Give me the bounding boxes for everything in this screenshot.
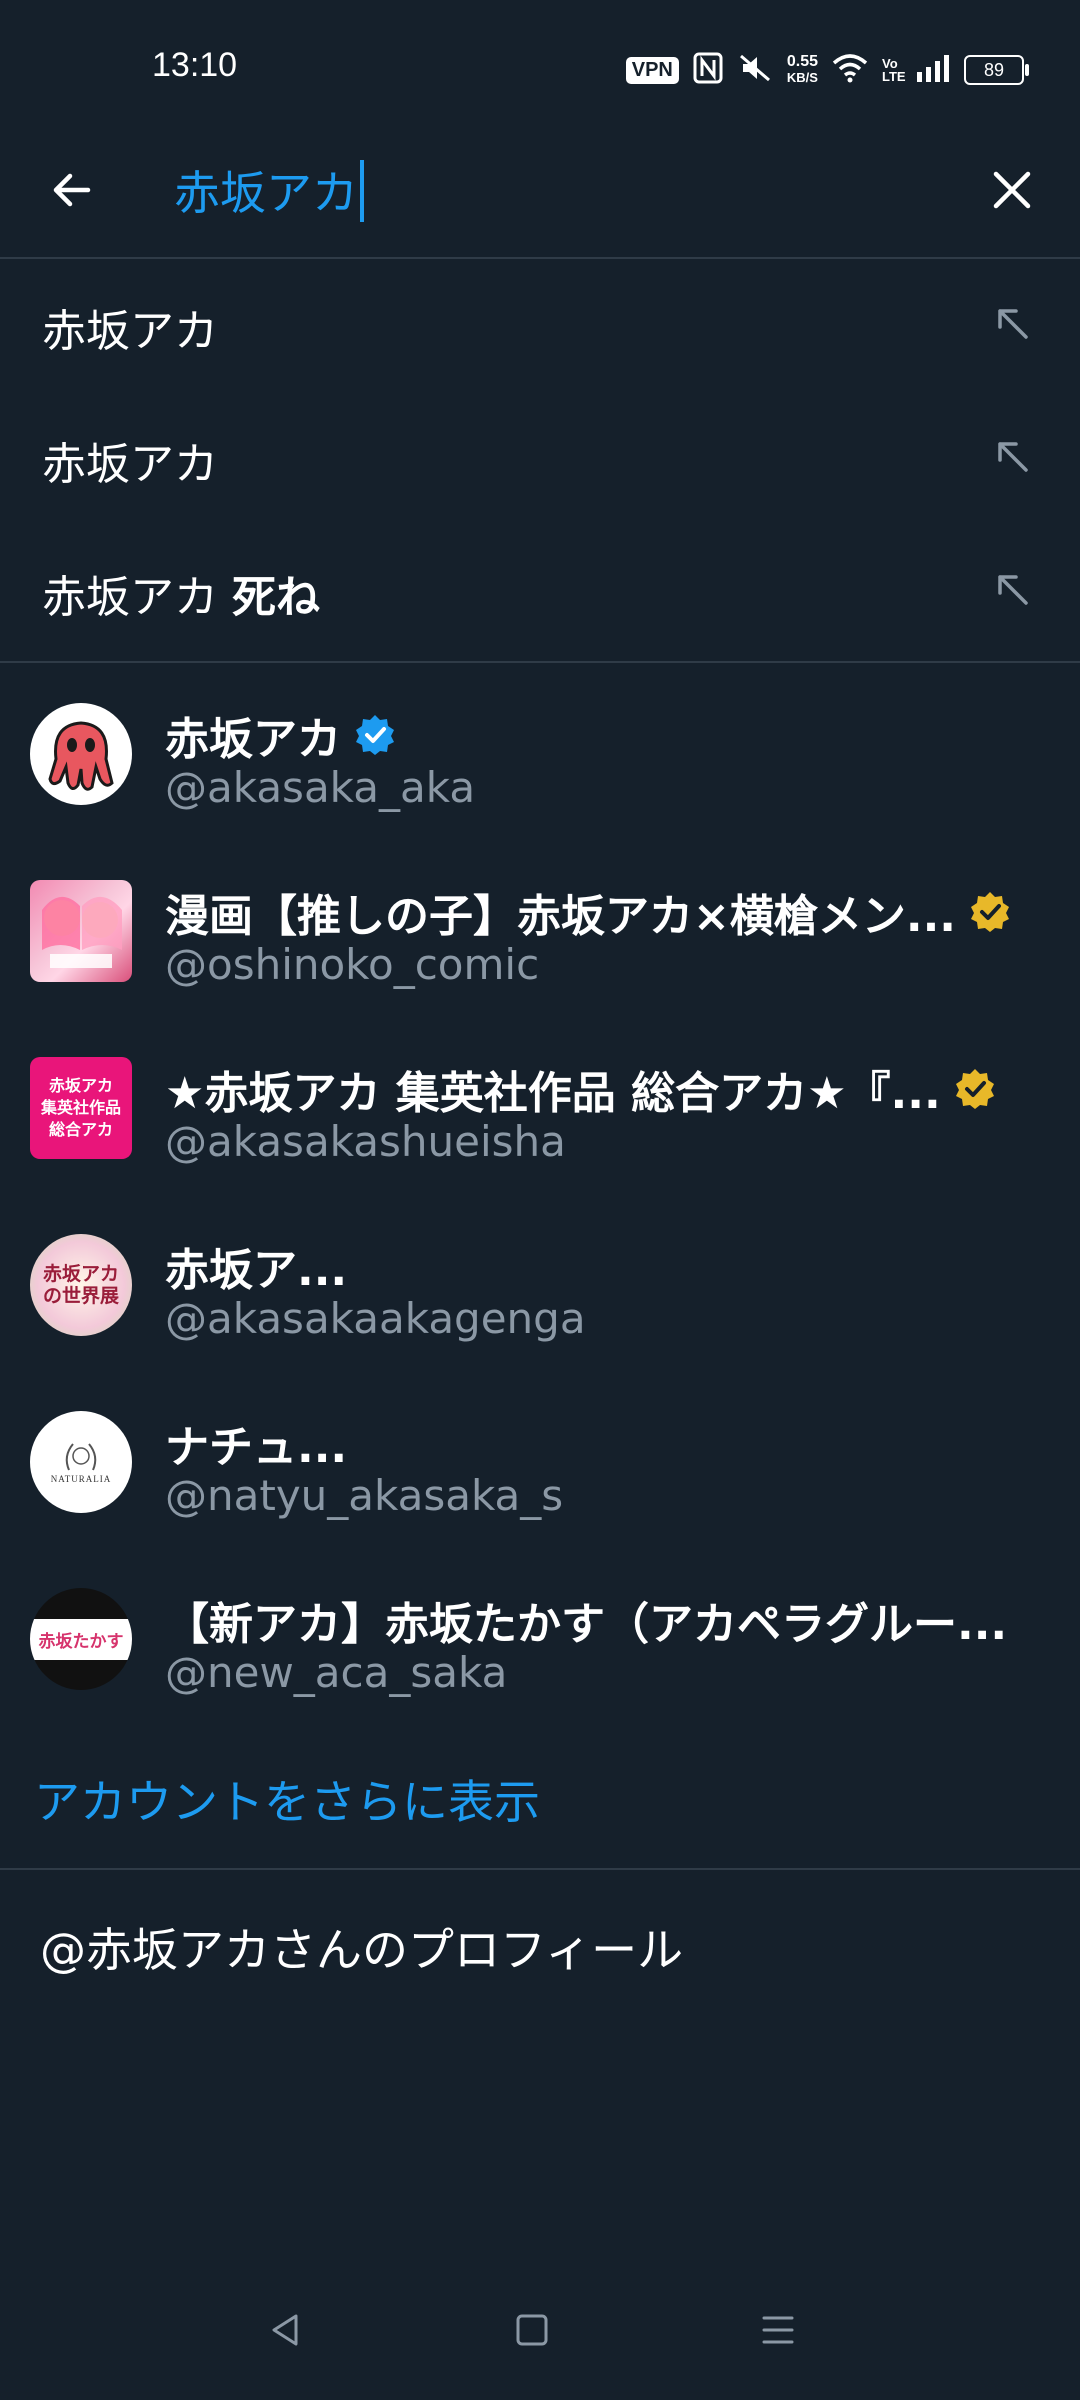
avatar-text: 集英社作品 — [40, 1098, 121, 1117]
divider — [0, 1868, 1080, 1870]
search-header — [0, 130, 1080, 259]
avatar-text: 赤坂アカ — [48, 1076, 113, 1095]
octopus-icon — [48, 721, 114, 791]
volte-icon: Vo LTE — [882, 56, 906, 84]
account-result[interactable]: NATURALIA ナチュ... @natyu_akasaka_s — [0, 1371, 1080, 1548]
avatar — [30, 880, 132, 982]
suggestion-item[interactable]: 赤坂アカ — [0, 259, 1080, 392]
signal-icon — [916, 54, 950, 86]
avatar: 赤坂アカ の世界展 — [30, 1234, 132, 1336]
status-bar: 13:10 VPN 0.55 KB/S Vo LTE 89 — [0, 0, 1080, 130]
verified-gold-badge-icon — [971, 892, 1010, 932]
square-home-icon — [516, 2314, 548, 2346]
back-arrow-icon — [53, 173, 91, 207]
account-handle: @new_aca_saka — [165, 1648, 508, 1697]
account-result[interactable]: 赤坂アカ の世界展 赤坂ア... @akasakaakagenga — [0, 1194, 1080, 1371]
account-result[interactable]: 赤坂アカ 集英社作品 総合アカ ★赤坂アカ 集英社作品 総合アカ★『... @a… — [0, 1017, 1080, 1194]
system-nav-bar — [0, 2280, 1080, 2400]
account-name-text: 赤坂アカ — [165, 714, 341, 765]
menu-lines-icon — [762, 2316, 794, 2344]
account-name-text: 赤坂ア... — [165, 1245, 348, 1296]
avatar-text: の世界展 — [42, 1285, 119, 1307]
avatar: 赤坂たかす — [30, 1588, 132, 1690]
suggestion-label: 赤坂アカ — [42, 306, 218, 357]
fill-query-arrow-icon[interactable] — [990, 434, 1034, 478]
avatar-text: 赤坂たかす — [30, 1618, 132, 1660]
network-speed: 0.55 KB/S — [787, 54, 818, 86]
account-result[interactable]: 赤坂たかす 【新アカ】赤坂たかす（アカペラグルー... @new_aca_sak… — [0, 1548, 1080, 1725]
nav-home-button[interactable] — [502, 2300, 562, 2360]
nav-back-button[interactable] — [256, 2300, 316, 2360]
account-name: 【新アカ】赤坂たかす（アカペラグルー... — [165, 1588, 1007, 1652]
avatar-text: 総合アカ — [48, 1120, 113, 1139]
fill-query-arrow-icon[interactable] — [990, 567, 1034, 611]
fill-query-arrow-icon[interactable] — [990, 301, 1034, 345]
account-handle: @natyu_akasaka_s — [165, 1471, 564, 1520]
triangle-back-icon — [272, 2314, 298, 2346]
account-handle: @oshinoko_comic — [165, 940, 540, 989]
account-result[interactable]: 赤坂アカ @akasaka_aka — [0, 663, 1080, 840]
account-name: 赤坂アカ — [165, 703, 397, 767]
avatar-text: 赤坂アカ — [42, 1263, 119, 1285]
account-name-text: ★赤坂アカ 集英社作品 総合アカ★『... — [165, 1068, 941, 1119]
account-handle: @akasaka_aka — [165, 763, 476, 812]
account-name: 漫画【推しの子】赤坂アカ×横槍メン... — [165, 880, 1012, 944]
avatar: 赤坂アカ 集英社作品 総合アカ — [30, 1057, 132, 1159]
account-name-text: 漫画【推しの子】赤坂アカ×横槍メン... — [165, 891, 957, 942]
suggestion-label: 赤坂アカ 死ね — [42, 572, 320, 623]
manga-cover-icon — [42, 896, 122, 968]
go-to-profile-link[interactable]: @赤坂アカさんのプロフィール — [40, 1914, 683, 1980]
account-result[interactable]: 漫画【推しの子】赤坂アカ×横槍メン... @oshinoko_comic — [0, 840, 1080, 1017]
suggestion-item[interactable]: 赤坂アカ 死ね — [0, 525, 1080, 658]
laurel-logo-icon — [65, 1443, 97, 1471]
account-name-text: 【新アカ】赤坂たかす（アカペラグルー... — [165, 1599, 1008, 1650]
mute-icon — [737, 52, 773, 88]
verified-gold-badge-icon — [955, 1069, 994, 1109]
avatar-text: NATURALIA — [50, 1474, 112, 1484]
suggestion-item[interactable]: 赤坂アカ — [0, 392, 1080, 525]
account-handle: @akasakaakagenga — [165, 1294, 586, 1343]
battery-indicator: 89 — [964, 55, 1029, 85]
avatar: NATURALIA — [30, 1411, 132, 1513]
account-handle: @akasakashueisha — [165, 1117, 566, 1166]
status-icons: VPN 0.55 KB/S Vo LTE 89 — [625, 50, 1029, 90]
account-name-text: ナチュ... — [165, 1422, 348, 1473]
show-more-accounts-link[interactable]: アカウントをさらに表示 — [34, 1766, 540, 1832]
speed-value: 0.55 — [786, 53, 818, 70]
text-cursor — [360, 160, 364, 222]
close-icon — [993, 171, 1031, 209]
back-button[interactable] — [40, 158, 104, 222]
wifi-icon — [832, 53, 868, 87]
vpn-badge: VPN — [625, 56, 679, 84]
verified-badge-icon — [356, 715, 394, 755]
clear-search-button[interactable] — [980, 158, 1044, 222]
status-time: 13:10 — [152, 46, 238, 84]
search-suggestions: 赤坂アカ 赤坂アカ 赤坂アカ 死ね — [0, 259, 1080, 663]
nav-menu-button[interactable] — [748, 2300, 808, 2360]
speed-unit: KB/S — [786, 70, 818, 85]
account-name: ★赤坂アカ 集英社作品 総合アカ★『... — [165, 1057, 997, 1121]
suggestion-label: 赤坂アカ — [42, 439, 218, 490]
account-name: ナチュ... — [165, 1411, 347, 1475]
account-name: 赤坂ア... — [165, 1234, 347, 1298]
nfc-icon — [693, 52, 723, 88]
search-input[interactable] — [174, 150, 934, 230]
avatar — [30, 703, 132, 805]
